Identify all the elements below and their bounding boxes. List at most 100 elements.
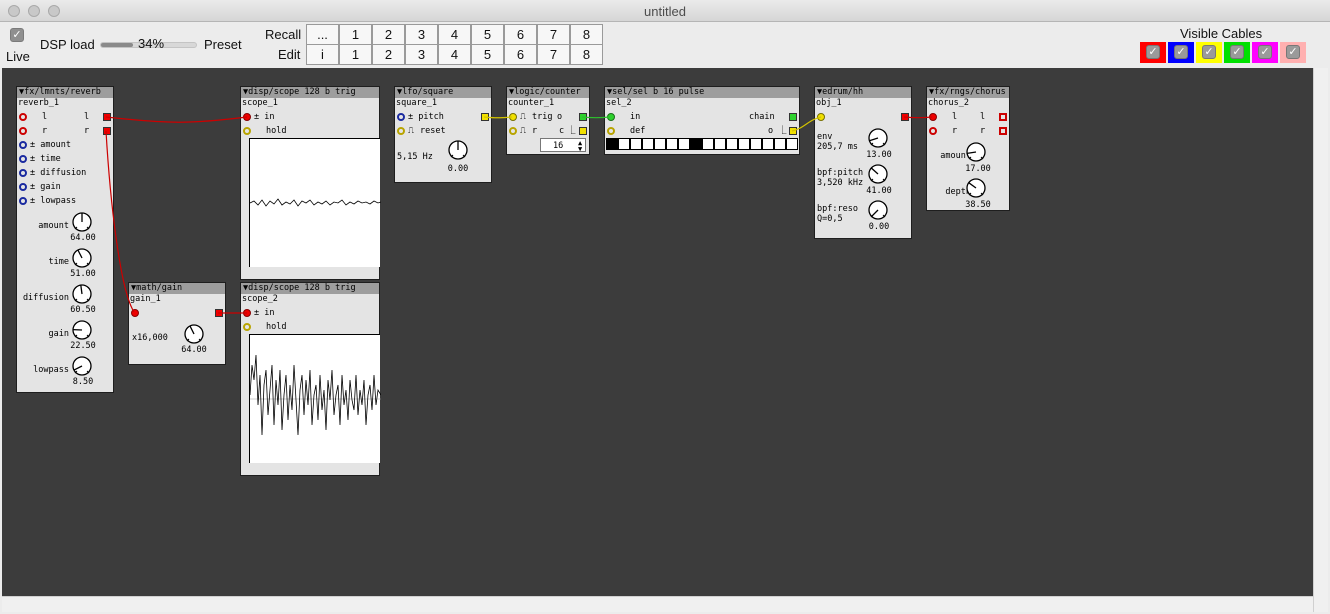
- step-toggle-1[interactable]: [606, 138, 618, 150]
- outlet[interactable]: [901, 113, 909, 121]
- outlet-c[interactable]: [579, 127, 587, 135]
- step-toggle-11[interactable]: [726, 138, 738, 150]
- step-toggle-2[interactable]: [618, 138, 630, 150]
- param-inlet-3[interactable]: [19, 183, 27, 191]
- edit-button-1[interactable]: 1: [339, 44, 372, 65]
- object-chorus[interactable]: ▼fx/rngs/chorus chorus_2 l r l r amount 1…: [926, 86, 1010, 211]
- object-gain[interactable]: ▼math/gain gain_1 x16,000 64.00: [128, 282, 226, 365]
- edit-button-7[interactable]: 7: [537, 44, 570, 65]
- object-type-label[interactable]: ▼disp/scope 128 b trig: [241, 87, 379, 98]
- object-scope-1[interactable]: ▼disp/scope 128 b trig scope_1 ± in hold: [240, 86, 382, 280]
- object-instance-name[interactable]: sel_2: [605, 98, 799, 109]
- step-toggle-3[interactable]: [630, 138, 642, 150]
- knob-env[interactable]: [867, 127, 889, 149]
- knob-amount[interactable]: [71, 211, 93, 233]
- pitch-knob[interactable]: [447, 139, 469, 161]
- gain-knob[interactable]: [183, 323, 205, 345]
- recall-button-8[interactable]: 8: [570, 24, 603, 45]
- outlet-chain[interactable]: [789, 113, 797, 121]
- cable-toggle-4[interactable]: ✓: [1252, 42, 1278, 63]
- param-inlet-2[interactable]: [19, 169, 27, 177]
- recall-button-5[interactable]: 5: [471, 24, 504, 45]
- inlet-hold[interactable]: [243, 323, 251, 331]
- vertical-scrollbar[interactable]: [1313, 68, 1328, 612]
- object-instance-name[interactable]: square_1: [395, 98, 491, 109]
- step-toggle-9[interactable]: [702, 138, 714, 150]
- knob-bpf-reso[interactable]: [867, 199, 889, 221]
- outlet-r[interactable]: [999, 127, 1007, 135]
- live-checkbox[interactable]: ✓: [10, 28, 24, 42]
- object-instance-name[interactable]: scope_2: [241, 294, 379, 305]
- cable-toggle-3[interactable]: ✓: [1224, 42, 1250, 63]
- object-reverb[interactable]: ▼fx/lmnts/reverb reverb_1 l r l r ± amou…: [16, 86, 114, 393]
- param-inlet-0[interactable]: [19, 141, 27, 149]
- object-hihat[interactable]: ▼edrum/hh obj_1 env 205,7 ms 13.00 bpf:pitc…: [814, 86, 912, 239]
- inlet-l[interactable]: [929, 113, 937, 121]
- step-toggle-13[interactable]: [750, 138, 762, 150]
- inlet-reset[interactable]: [397, 127, 405, 135]
- horizontal-scrollbar[interactable]: [2, 596, 1313, 612]
- object-counter[interactable]: ▼logic/counter counter_1 ⎍ trig o ⎍ r c …: [506, 86, 590, 155]
- object-type-label[interactable]: ▼math/gain: [129, 283, 225, 294]
- object-type-label[interactable]: ▼fx/lmnts/reverb: [17, 87, 113, 98]
- step-toggle-6[interactable]: [666, 138, 678, 150]
- knob-diffusion[interactable]: [71, 283, 93, 305]
- inlet-in[interactable]: [607, 113, 615, 121]
- inlet-in[interactable]: [243, 309, 251, 317]
- knob-lowpass[interactable]: [71, 355, 93, 377]
- recall-button-7[interactable]: 7: [537, 24, 570, 45]
- object-sel[interactable]: ▼sel/sel b 16 pulse sel_2 in chain def o…: [604, 86, 800, 155]
- param-inlet-4[interactable]: [19, 197, 27, 205]
- inlet-r[interactable]: [509, 127, 517, 135]
- outlet[interactable]: [481, 113, 489, 121]
- step-toggle-7[interactable]: [678, 138, 690, 150]
- object-type-label[interactable]: ▼disp/scope 128 b trig: [241, 283, 379, 294]
- inlet-r[interactable]: [929, 127, 937, 135]
- knob-depth[interactable]: [965, 177, 987, 199]
- inlet-in[interactable]: [243, 113, 251, 121]
- recall-button-0[interactable]: ...: [306, 24, 339, 45]
- edit-button-4[interactable]: 4: [438, 44, 471, 65]
- object-scope-2[interactable]: ▼disp/scope 128 b trig scope_2 ± in hold: [240, 282, 382, 476]
- object-type-label[interactable]: ▼logic/counter: [507, 87, 589, 98]
- step-toggle-4[interactable]: [642, 138, 654, 150]
- object-instance-name[interactable]: gain_1: [129, 294, 225, 305]
- step-toggle-14[interactable]: [762, 138, 774, 150]
- edit-button-6[interactable]: 6: [504, 44, 537, 65]
- object-instance-name[interactable]: scope_1: [241, 98, 379, 109]
- knob-gain[interactable]: [71, 319, 93, 341]
- outlet-l[interactable]: [999, 113, 1007, 121]
- stepper-arrows-icon[interactable]: ▲ ▼: [578, 140, 582, 153]
- recall-button-4[interactable]: 4: [438, 24, 471, 45]
- inlet-hold[interactable]: [243, 127, 251, 135]
- step-toggle-8[interactable]: [690, 138, 702, 150]
- outlet-l[interactable]: [103, 113, 111, 121]
- edit-button-3[interactable]: 3: [405, 44, 438, 65]
- cable-toggle-2[interactable]: ✓: [1196, 42, 1222, 63]
- step-toggle-10[interactable]: [714, 138, 726, 150]
- outlet-o[interactable]: [579, 113, 587, 121]
- param-inlet-1[interactable]: [19, 155, 27, 163]
- inlet-r[interactable]: [19, 127, 27, 135]
- cable-toggle-5[interactable]: ✓: [1280, 42, 1306, 63]
- step-toggle-5[interactable]: [654, 138, 666, 150]
- cable-toggle-0[interactable]: ✓: [1140, 42, 1166, 63]
- outlet[interactable]: [215, 309, 223, 317]
- step-toggle-15[interactable]: [774, 138, 786, 150]
- recall-button-6[interactable]: 6: [504, 24, 537, 45]
- object-square[interactable]: ▼lfo/square square_1 ± pitch ⎍ reset 5,1…: [394, 86, 492, 183]
- edit-button-2[interactable]: 2: [372, 44, 405, 65]
- edit-button-0[interactable]: i: [306, 44, 339, 65]
- cable-toggle-1[interactable]: ✓: [1168, 42, 1194, 63]
- object-type-label[interactable]: ▼sel/sel b 16 pulse: [605, 87, 799, 98]
- knob-bpf-pitch[interactable]: [867, 163, 889, 185]
- count-spinbox[interactable]: 16 ▲ ▼: [540, 138, 586, 153]
- step-toggle-12[interactable]: [738, 138, 750, 150]
- object-type-label[interactable]: ▼fx/rngs/chorus: [927, 87, 1009, 98]
- edit-button-8[interactable]: 8: [570, 44, 603, 65]
- inlet[interactable]: [131, 309, 139, 317]
- inlet-pitch[interactable]: [397, 113, 405, 121]
- recall-button-1[interactable]: 1: [339, 24, 372, 45]
- object-instance-name[interactable]: counter_1: [507, 98, 589, 109]
- recall-button-2[interactable]: 2: [372, 24, 405, 45]
